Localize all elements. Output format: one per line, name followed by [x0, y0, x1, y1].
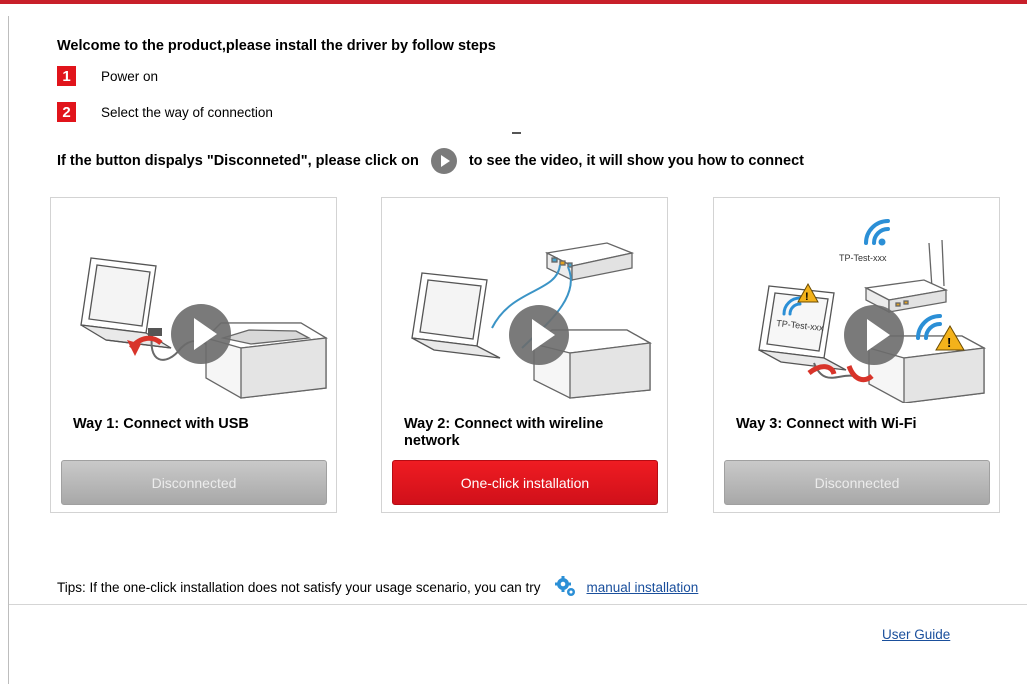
step-number-badge: 1	[57, 66, 76, 86]
step-text: Select the way of connection	[101, 104, 273, 120]
way-title: Way 3: Connect with Wi-Fi	[736, 416, 917, 432]
window-top-bar	[0, 0, 1027, 16]
usb-illustration	[80, 257, 328, 399]
svg-text:!: !	[805, 291, 809, 303]
welcome-heading: Welcome to the product,please install th…	[57, 38, 496, 54]
way-title: Way 1: Connect with USB	[73, 416, 249, 432]
step-text: Power on	[101, 68, 159, 84]
one-click-installation-button[interactable]: One-click installation	[392, 460, 658, 505]
divider-mark	[512, 132, 521, 134]
step-select-connection: 2 Select the way of connection	[57, 102, 273, 122]
way-title: Way 2: Connect with wireline network	[404, 416, 604, 449]
disconnected-button[interactable]: Disconnected	[724, 460, 990, 505]
manual-installation-link[interactable]: manual installation	[587, 580, 699, 595]
tips-row: Tips: If the one-click installation does…	[57, 576, 698, 598]
svg-text:!: !	[947, 335, 951, 350]
play-icon[interactable]	[430, 148, 457, 174]
user-guide-link[interactable]: User Guide	[882, 627, 950, 642]
step-number-badge: 2	[57, 102, 76, 122]
ssid-label: TP-Test-xxx	[839, 253, 887, 263]
footer-divider	[9, 604, 1027, 605]
way-card-wifi: TP-Test-xxx TP-Test-xxx ! ! Way 3: Conne…	[713, 197, 1000, 513]
way-card-usb: Way 1: Connect with USB Disconnected	[50, 197, 337, 513]
wireline-illustration	[411, 242, 653, 399]
disconnected-button[interactable]: Disconnected	[61, 460, 327, 505]
step-power-on: 1 Power on	[57, 66, 158, 86]
left-border	[8, 16, 9, 684]
hint-text-before: If the button dispalys "Disconneted", pl…	[57, 153, 419, 169]
gear-icon	[554, 576, 575, 596]
tips-text: Tips: If the one-click installation does…	[57, 579, 541, 595]
way-card-wireline: Way 2: Connect with wireline network One…	[381, 197, 668, 513]
hint-text-after: to see the video, it will show you how t…	[468, 153, 804, 169]
video-hint: If the button dispalys "Disconneted", pl…	[57, 148, 804, 174]
wifi-illustration: TP-Test-xxx TP-Test-xxx ! !	[758, 219, 987, 403]
